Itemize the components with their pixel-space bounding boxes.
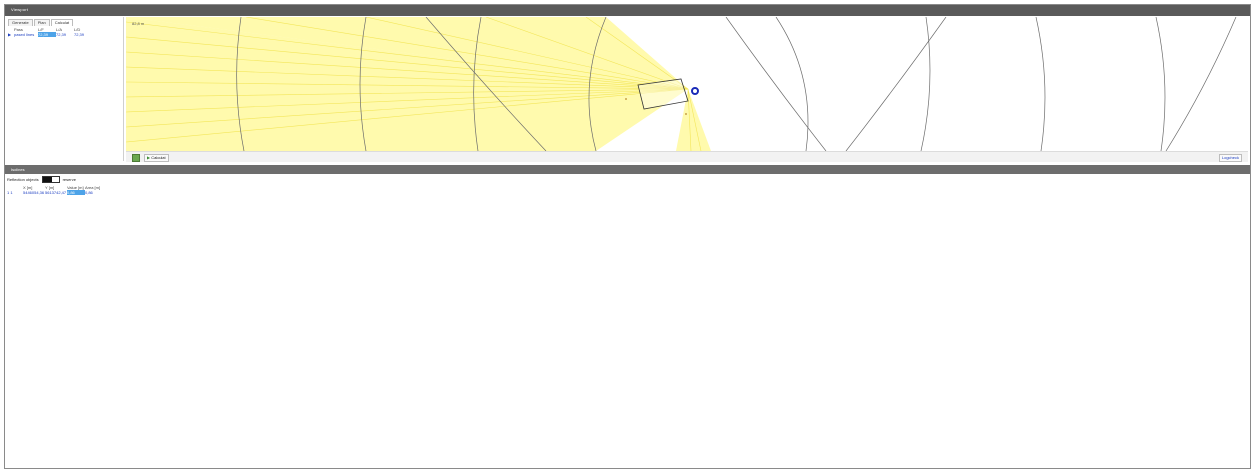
viewport-scale-label: 82,8 m — [132, 21, 145, 26]
reflection-toggle[interactable] — [41, 175, 60, 183]
point-marker — [685, 113, 687, 115]
tab-generate[interactable]: Generate — [8, 19, 33, 26]
viewport-toolbar: ▶ Calculat Logcheck — [126, 151, 1248, 162]
logcheck-button[interactable]: Logcheck — [1218, 154, 1242, 162]
window-title: Viewport — [11, 7, 29, 12]
title-bar: Viewport — [5, 5, 1250, 16]
row-ld: 72,39 — [74, 32, 85, 37]
settings-label: Reflection objects — [7, 176, 39, 182]
results-title: Isolines — [11, 167, 25, 172]
left-tabs: Generate Plan Calculat — [8, 19, 74, 26]
results-empty-area — [5, 195, 1250, 468]
row-lf[interactable]: 72,39 — [38, 32, 56, 37]
viewport-drawing — [125, 16, 1237, 152]
app-window: Viewport Generate Plan Calculat Pass L/F… — [4, 4, 1251, 469]
row-la: 72,39 — [56, 32, 67, 37]
results-settings: Reflection objects reserve — [7, 175, 76, 183]
table-row[interactable]: ▶ pased lines 72,39 72,39 72,39 — [8, 32, 121, 37]
settings-icon[interactable] — [132, 154, 140, 162]
left-panel: Generate Plan Calculat Pass L/F L/A L/D … — [6, 17, 124, 161]
point-marker — [625, 98, 627, 100]
results-header: Isolines — [5, 165, 1250, 174]
map-viewport[interactable]: 82,8 m — [125, 16, 1248, 152]
results-table: X [m] Y [m] Value [m] Area [m] 1 1 54460… — [7, 185, 103, 195]
toggle-knob — [42, 176, 52, 182]
left-table: Pass L/F L/A L/D ▶ pased lines 72,39 72,… — [8, 27, 121, 37]
tab-calculate[interactable]: Calculat — [50, 19, 74, 26]
light-beam — [126, 17, 711, 151]
settings-after-label: reserve — [62, 176, 76, 182]
calculate-button[interactable]: ▶ Calculat — [144, 154, 169, 162]
calculate-label: Calculat — [151, 155, 166, 160]
tab-plan[interactable]: Plan — [33, 19, 50, 26]
row-name: pased lines — [14, 32, 35, 37]
source-marker-icon[interactable] — [691, 87, 699, 95]
